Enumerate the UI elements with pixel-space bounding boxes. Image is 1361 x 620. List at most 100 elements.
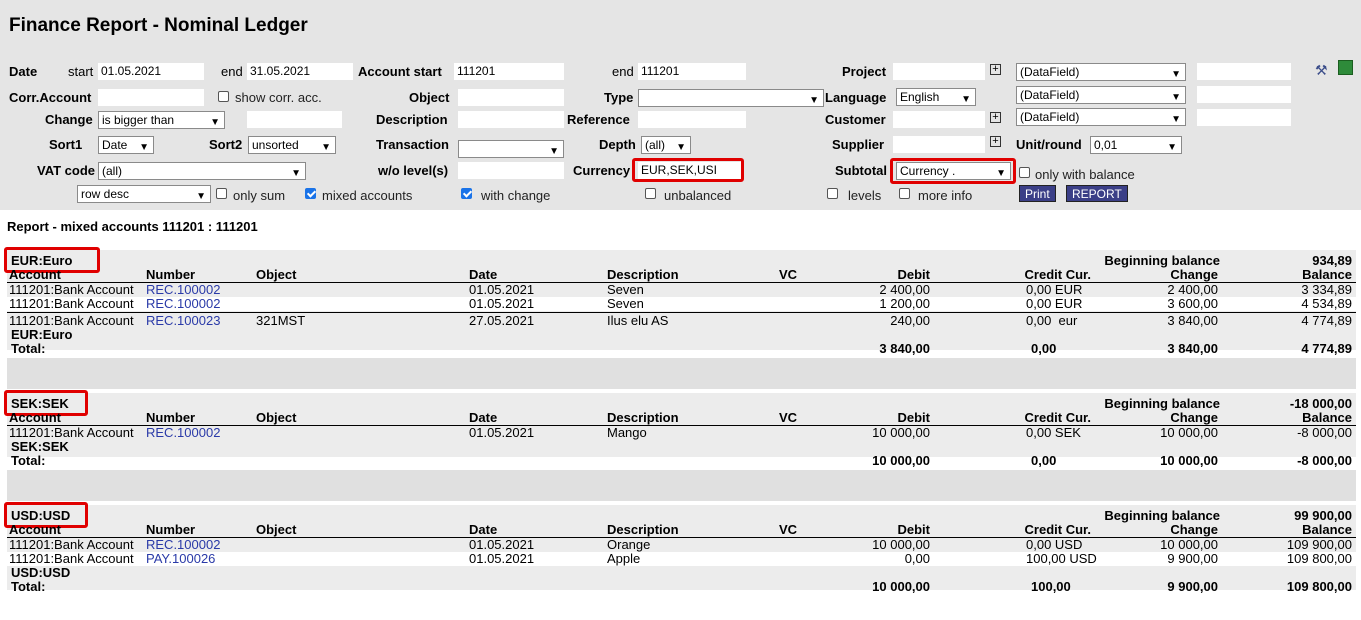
sort2-select[interactable]: unsorted ▼: [248, 136, 336, 154]
excel-export-icon[interactable]: [1338, 60, 1353, 75]
with-change-checkbox[interactable]: [461, 188, 472, 199]
transaction-select[interactable]: ▼: [458, 140, 564, 158]
chevron-down-icon: ▼: [291, 168, 301, 179]
row-number-link[interactable]: REC.100002: [146, 283, 220, 297]
col-vc: VC: [779, 522, 798, 537]
row-number-link[interactable]: REC.100023: [146, 314, 220, 328]
show-corr-label: show corr. acc.: [235, 90, 322, 105]
account-end-input[interactable]: 111201: [638, 63, 746, 80]
only-sum-checkbox[interactable]: [216, 188, 227, 199]
row-change: 3 600,00: [1167, 296, 1218, 311]
report-button[interactable]: REPORT: [1066, 185, 1128, 202]
row-date: 27.05.2021: [469, 313, 535, 328]
col-credit-cur: Credit Cur.: [1024, 410, 1091, 425]
sort1-select[interactable]: Date ▼: [98, 136, 154, 154]
row-debit: 2 400,00: [879, 282, 930, 297]
datafield-select-3[interactable]: (DataField) ▼: [1016, 108, 1186, 126]
datafield-select-1[interactable]: (DataField) ▼: [1016, 63, 1186, 81]
mixed-accounts-checkbox[interactable]: [305, 188, 316, 199]
row-credit: 0,00 USD: [1026, 537, 1083, 552]
col-change: Change: [1170, 522, 1218, 537]
customer-plus-icon[interactable]: +: [990, 112, 1001, 123]
total-label: Total:: [11, 453, 46, 468]
sort2-label: Sort2: [209, 137, 243, 152]
row-object: 321MST: [256, 313, 306, 328]
datafield-select-2[interactable]: (DataField) ▼: [1016, 86, 1186, 104]
chevron-down-icon: ▼: [1171, 69, 1181, 80]
wo-level-input[interactable]: [458, 162, 564, 179]
total-change: 9 900,00: [1167, 579, 1218, 594]
row-desc-select[interactable]: row desc ▼: [77, 185, 211, 203]
supplier-plus-icon[interactable]: +: [990, 136, 1001, 147]
datafield-input-1[interactable]: [1197, 63, 1291, 80]
row-number-link[interactable]: REC.100002: [146, 538, 220, 552]
row-date: 01.05.2021: [469, 296, 535, 311]
total-credit: 100,00: [1031, 579, 1071, 594]
row-description: Apple: [607, 551, 641, 566]
chevron-down-icon: ▼: [139, 142, 149, 153]
reference-input[interactable]: [638, 111, 746, 128]
datafield-input-2[interactable]: [1197, 86, 1291, 103]
row-balance: 4 534,89: [1301, 296, 1352, 311]
change-select[interactable]: is bigger than ▼: [98, 111, 225, 129]
row-number-link[interactable]: REC.100002: [146, 426, 220, 440]
unbalanced-checkbox[interactable]: [645, 188, 656, 199]
col-date: Date: [469, 267, 498, 282]
col-description: Description: [607, 522, 679, 537]
vat-code-value: (all): [102, 164, 122, 178]
datafield-input-3[interactable]: [1197, 109, 1291, 126]
levels-checkbox[interactable]: [827, 188, 838, 199]
print-button[interactable]: Print: [1019, 185, 1056, 202]
corr-account-input[interactable]: [98, 89, 204, 106]
only-balance-checkbox[interactable]: [1019, 167, 1030, 178]
date-start-input[interactable]: 01.05.2021: [98, 63, 204, 80]
row-debit: 1 200,00: [879, 296, 930, 311]
col-number: Number: [146, 522, 196, 537]
change-amount-input[interactable]: [247, 111, 342, 128]
row-account: 111201:Bank Account: [9, 551, 134, 566]
row-date: 01.05.2021: [469, 282, 535, 297]
project-input[interactable]: [893, 63, 985, 80]
row-date: 01.05.2021: [469, 551, 535, 566]
vat-code-label: VAT code: [37, 163, 96, 178]
chevron-down-icon: ▼: [210, 117, 220, 128]
vat-code-select[interactable]: (all) ▼: [98, 162, 306, 180]
report-area: Report - mixed accounts 111201 : 111201 …: [0, 210, 1361, 620]
transaction-label: Transaction: [376, 137, 449, 152]
description-label: Description: [376, 112, 448, 127]
type-select[interactable]: ▼: [638, 89, 824, 107]
project-plus-icon[interactable]: +: [990, 64, 1001, 75]
row-number-link[interactable]: REC.100002: [146, 297, 220, 311]
beginning-balance-label: Beginning balance: [1104, 396, 1220, 411]
depth-select[interactable]: (all) ▼: [641, 136, 691, 154]
col-balance: Balance: [1302, 410, 1352, 425]
chevron-down-icon: ▼: [1171, 92, 1181, 103]
col-date: Date: [469, 410, 498, 425]
description-input[interactable]: [458, 111, 564, 128]
col-object: Object: [256, 522, 297, 537]
total-balance: 109 800,00: [1286, 579, 1352, 594]
row-account: 111201:Bank Account: [9, 425, 134, 440]
object-input[interactable]: [458, 89, 564, 106]
subtotal-highlight: [890, 158, 1016, 184]
row-date: 01.05.2021: [469, 537, 535, 552]
date-end-input[interactable]: 31.05.2021: [247, 63, 353, 80]
supplier-input[interactable]: [893, 136, 985, 153]
customer-input[interactable]: [893, 111, 985, 128]
account-start-input[interactable]: 111201: [454, 63, 564, 80]
row-balance: 109 900,00: [1286, 537, 1352, 552]
project-label: Project: [842, 64, 887, 79]
account-start-label: Account start: [358, 64, 442, 79]
wrench-icon[interactable]: ⚒: [1315, 62, 1328, 79]
language-select[interactable]: English ▼: [896, 88, 976, 106]
report-header: Report - mixed accounts 111201 : 111201: [7, 219, 258, 234]
subtotal-name: EUR:Euro: [11, 327, 73, 342]
unit-round-value: 0,01: [1094, 138, 1118, 152]
unit-round-select[interactable]: 0,01 ▼: [1090, 136, 1182, 154]
show-corr-checkbox[interactable]: [218, 91, 229, 102]
account-end-label: end: [612, 64, 634, 79]
row-credit: 0,00 EUR: [1026, 296, 1083, 311]
only-sum-label: only sum: [233, 188, 286, 203]
more-info-checkbox[interactable]: [899, 188, 910, 199]
row-number-link[interactable]: PAY.100026: [146, 552, 215, 566]
